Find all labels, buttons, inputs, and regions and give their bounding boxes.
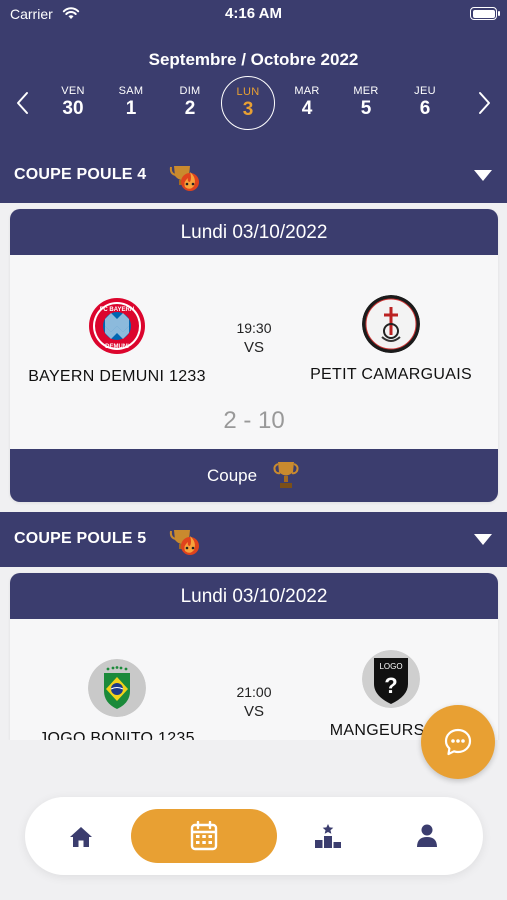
day-selector: VEN 30 SAM 1 DIM 2 LUN 3 MAR 4 MER 5 JEU… — [44, 76, 454, 130]
status-bar: Carrier 4:16 AM — [0, 0, 507, 28]
day-number: 1 — [125, 98, 137, 119]
match-competition-bar: Coupe — [10, 449, 498, 502]
competition-label: Coupe — [207, 466, 258, 485]
bayern-logo-text-top: FC BAYERN — [100, 307, 134, 313]
day-name: SAM — [118, 85, 144, 97]
match-card[interactable]: Lundi 03/10/2022 FC BAYERN DEMUNI BAYERN… — [10, 209, 498, 502]
day-item[interactable]: JEU 6 — [398, 76, 452, 130]
day-item[interactable]: SAM 1 — [104, 76, 158, 130]
petit-camarguais-logo — [362, 295, 420, 353]
match-time: 21:00 — [236, 684, 272, 700]
day-name: MAR — [294, 85, 320, 97]
away-team: PETIT CAMARGUAIS — [291, 295, 491, 384]
match-card[interactable]: Lundi 03/10/2022 JOGO BONITO 1235 21:00 … — [10, 573, 498, 740]
chat-button[interactable] — [421, 705, 495, 779]
tab-rankings[interactable] — [293, 797, 365, 875]
day-item[interactable]: MAR 4 — [280, 76, 334, 130]
day-name: JEU — [414, 85, 436, 97]
match-vs: VS — [243, 339, 264, 356]
calendar-icon — [190, 821, 218, 851]
battery-icon — [470, 7, 500, 20]
home-team: JOGO BONITO 1235 — [17, 659, 217, 740]
group-title: COUPE POULE 5 — [14, 530, 147, 547]
trophy-icon — [273, 462, 299, 488]
collapse-triangle-icon[interactable] — [473, 168, 493, 182]
match-date: Lundi 03/10/2022 — [10, 573, 498, 619]
day-item[interactable]: DIM 2 — [163, 76, 217, 130]
day-item-selected[interactable]: LUN 3 — [221, 76, 275, 130]
day-number: 5 — [360, 98, 372, 119]
logo-placeholder-text: LOGO — [379, 662, 402, 671]
svg-text:?: ? — [384, 673, 397, 698]
home-icon — [70, 827, 92, 847]
day-number: 3 — [242, 99, 254, 120]
group-header[interactable]: COUPE POULE 5 — [0, 512, 507, 567]
home-team: FC BAYERN DEMUNI BAYERN DEMUNI 1233 — [17, 297, 217, 386]
bayern-logo: FC BAYERN DEMUNI — [89, 298, 145, 354]
home-team-name: JOGO BONITO 1235 — [39, 730, 195, 740]
month-title: Septembre / Octobre 2022 — [148, 50, 359, 69]
match-date: Lundi 03/10/2022 — [10, 209, 498, 255]
podium-icon — [315, 824, 341, 848]
match-time: 19:30 — [236, 320, 272, 336]
trophy-fire-icon — [169, 166, 199, 191]
day-item[interactable]: MER 5 — [339, 76, 393, 130]
next-week-chevron-icon[interactable] — [475, 90, 493, 116]
app-header: Carrier 4:16 AM Septembre / Octobre 2022… — [0, 0, 507, 148]
match-time-block: 19:30 VS — [204, 320, 304, 356]
day-name: DIM — [179, 85, 201, 97]
day-name: MER — [353, 85, 379, 97]
day-number: 30 — [62, 98, 84, 119]
day-item[interactable]: VEN 30 — [46, 76, 100, 130]
day-name: VEN — [61, 85, 85, 97]
trophy-fire-icon — [169, 530, 199, 555]
match-score: 2 - 10 — [223, 407, 285, 434]
prev-week-chevron-icon[interactable] — [14, 90, 32, 116]
chat-bubble-icon — [444, 728, 472, 756]
group-header[interactable]: COUPE POULE 4 — [0, 148, 507, 203]
collapse-triangle-icon[interactable] — [473, 532, 493, 546]
day-number: 2 — [184, 98, 196, 119]
day-name: LUN — [236, 86, 260, 98]
tab-home[interactable] — [45, 797, 117, 875]
tab-profile[interactable] — [391, 797, 463, 875]
user-icon — [417, 824, 437, 847]
bottom-tab-bar — [25, 797, 483, 875]
day-number: 6 — [419, 98, 431, 119]
group-title: COUPE POULE 4 — [14, 166, 147, 183]
home-team-name: BAYERN DEMUNI 1233 — [28, 368, 206, 385]
bayern-logo-text-bottom: DEMUNI — [105, 344, 129, 350]
match-time-block: 21:00 VS — [204, 684, 304, 720]
status-time: 4:16 AM — [225, 5, 282, 22]
away-team-name: PETIT CAMARGUAIS — [310, 366, 472, 383]
tab-calendar[interactable] — [131, 797, 277, 875]
day-number: 4 — [301, 98, 313, 119]
match-vs: VS — [243, 703, 264, 720]
jogo-bonito-logo — [88, 659, 146, 717]
generic-team-logo: LOGO ? — [362, 650, 420, 708]
